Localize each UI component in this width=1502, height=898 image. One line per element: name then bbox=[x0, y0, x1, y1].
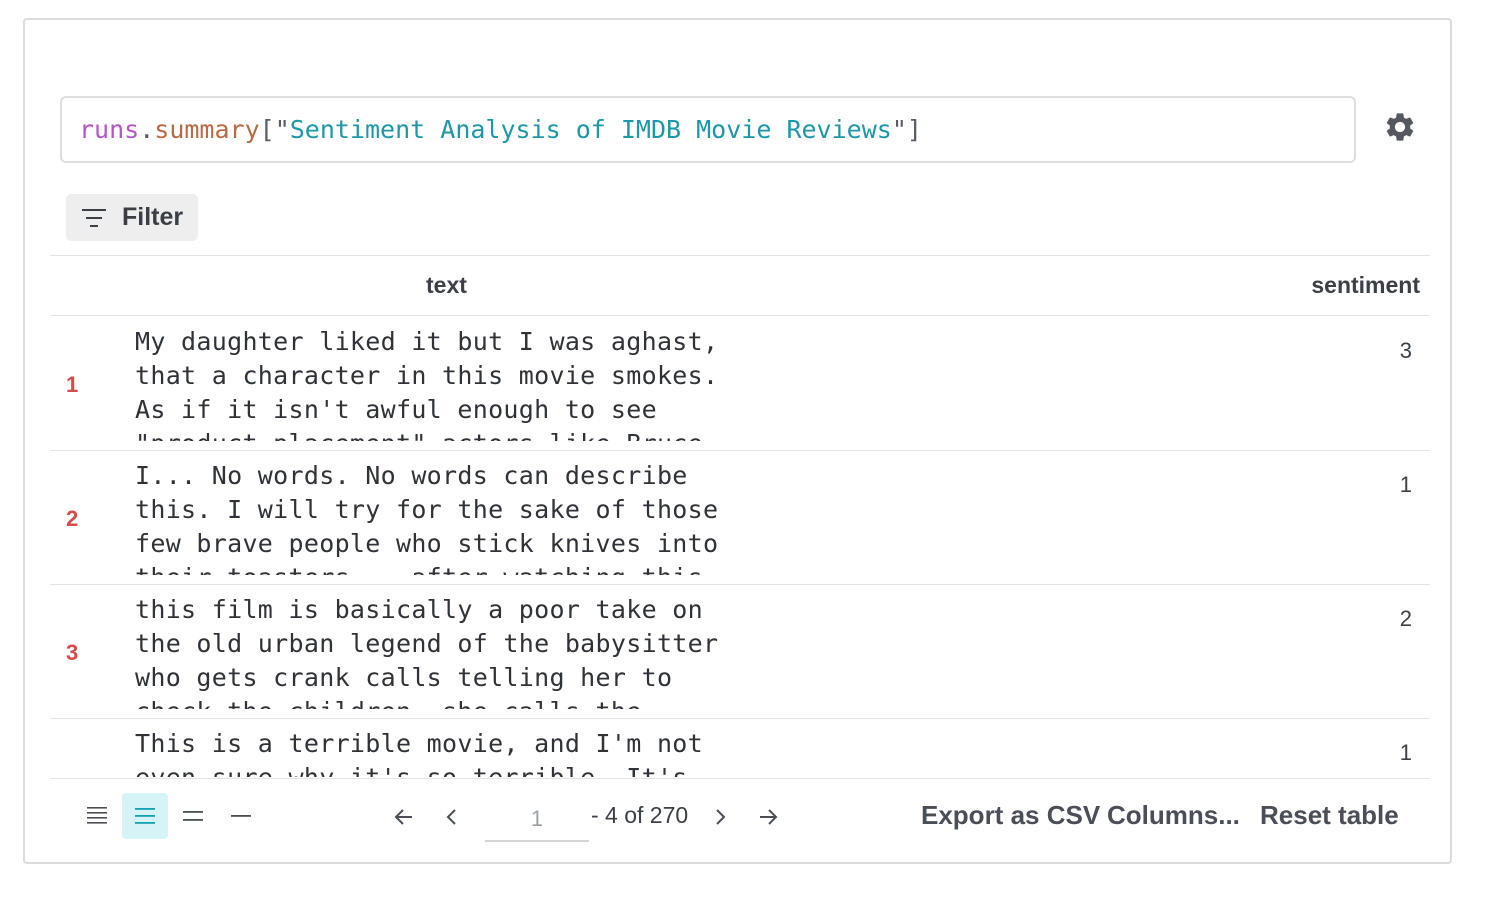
query-string: Sentiment Analysis of IMDB Movie Reviews bbox=[289, 115, 892, 144]
row-number: 3 bbox=[66, 640, 79, 665]
first-page-button[interactable] bbox=[386, 799, 422, 835]
gear-icon[interactable] bbox=[1383, 110, 1417, 144]
reset-table-button[interactable]: Reset table bbox=[1260, 800, 1399, 831]
density-extra-tall-icon bbox=[231, 815, 251, 817]
page-number-input[interactable] bbox=[485, 798, 589, 842]
arrow-right-icon bbox=[760, 809, 778, 825]
cell-sentiment: 2 bbox=[1399, 606, 1412, 631]
footer-divider bbox=[50, 778, 1430, 779]
filter-label: Filter bbox=[122, 203, 184, 231]
cell-text: My daughter liked it but I was aghast, t… bbox=[135, 327, 719, 441]
filter-icon bbox=[82, 208, 106, 228]
cell-text: this film is basically a poor take on th… bbox=[135, 595, 719, 709]
query-expression[interactable]: runs.summary["Sentiment Analysis of IMDB… bbox=[60, 96, 1356, 163]
chevron-right-icon bbox=[716, 809, 726, 825]
previous-page-button[interactable] bbox=[434, 799, 470, 835]
density-medium-button[interactable] bbox=[122, 793, 168, 839]
query-keyword: runs bbox=[79, 115, 140, 144]
column-header-sentiment[interactable]: sentiment bbox=[1311, 272, 1420, 299]
density-medium-icon bbox=[135, 808, 155, 824]
query-close-bracket: "] bbox=[891, 115, 922, 144]
page-range-text: - 4 of 270 bbox=[591, 802, 689, 828]
export-csv-button[interactable]: Export as CSV bbox=[921, 800, 1100, 831]
table-panel: runs.summary["Sentiment Analysis of IMDB… bbox=[23, 18, 1452, 864]
header-divider bbox=[50, 315, 1430, 316]
arrow-left-icon bbox=[394, 809, 412, 825]
query-field: summary bbox=[154, 115, 260, 144]
filter-button[interactable]: Filter bbox=[66, 194, 198, 241]
row-number: 1 bbox=[66, 372, 79, 397]
cell-sentiment: 1 bbox=[1399, 740, 1412, 765]
density-extra-tall-button[interactable] bbox=[218, 793, 264, 839]
density-compact-button[interactable] bbox=[74, 793, 120, 839]
cell-text: This is a terrible movie, and I'm not ev… bbox=[135, 729, 703, 777]
divider bbox=[50, 255, 1430, 256]
row-divider bbox=[50, 450, 1430, 451]
density-tall-button[interactable] bbox=[170, 793, 216, 839]
row-divider bbox=[50, 718, 1430, 719]
density-compact-icon bbox=[87, 807, 107, 824]
last-page-button[interactable] bbox=[750, 799, 786, 835]
query-open-bracket: [" bbox=[259, 115, 290, 144]
row-number: 2 bbox=[66, 506, 79, 531]
density-tall-icon bbox=[183, 811, 203, 821]
query-dot: . bbox=[139, 115, 155, 144]
chevron-left-icon bbox=[446, 809, 456, 825]
cell-sentiment: 1 bbox=[1399, 472, 1412, 497]
columns-button[interactable]: Columns... bbox=[1107, 800, 1240, 831]
next-page-button[interactable] bbox=[702, 799, 738, 835]
row-divider bbox=[50, 584, 1430, 585]
cell-text: I... No words. No words can describe thi… bbox=[135, 461, 719, 575]
column-header-text[interactable]: text bbox=[426, 272, 467, 299]
cell-sentiment: 3 bbox=[1399, 338, 1412, 363]
